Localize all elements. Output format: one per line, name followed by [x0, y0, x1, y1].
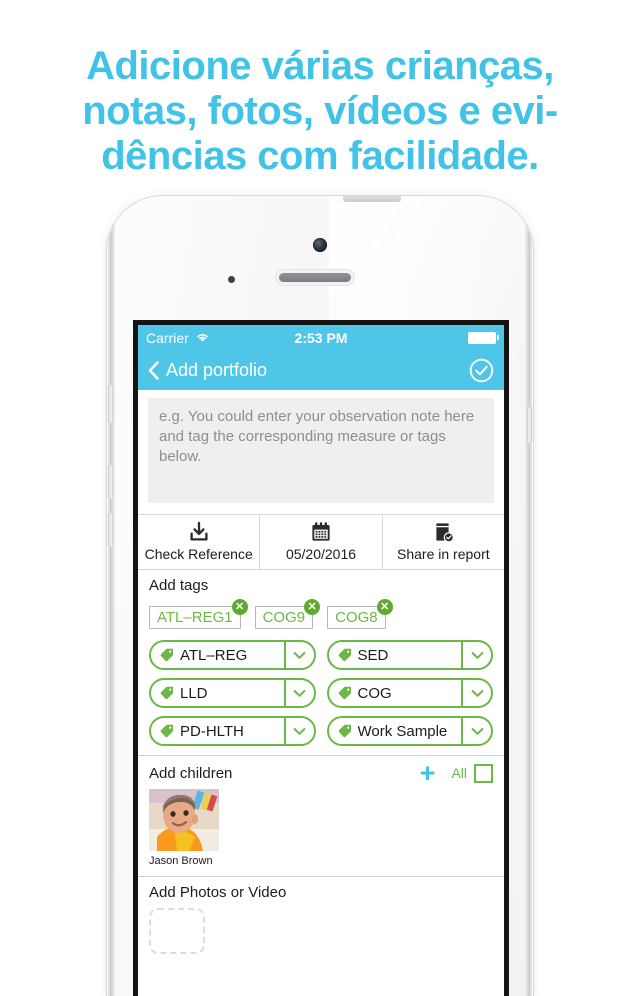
tag-dropdown-label: SED [357, 646, 389, 664]
volume-up-button[interactable] [108, 464, 113, 500]
phone-left-bezel [107, 196, 115, 996]
tag-icon [329, 724, 358, 738]
volume-down-button[interactable] [108, 512, 113, 548]
status-bar-right [468, 331, 499, 344]
tag-dropdown-label: Work Sample [357, 722, 448, 740]
front-camera-icon [313, 238, 327, 252]
add-tags-header: Add tags [149, 577, 493, 594]
add-photos-title: Add Photos or Video [149, 884, 287, 901]
power-button[interactable] [343, 196, 401, 202]
date-button[interactable]: 05/20/2016 [259, 515, 381, 569]
tag-chip-label: COG8 [335, 609, 378, 626]
tag-chip[interactable]: ATL–REG1 ✕ [149, 599, 248, 629]
tag-dropdown-work-sample[interactable]: Work Sample [326, 716, 493, 746]
tag-chip[interactable]: COG9 ✕ [254, 599, 321, 629]
tag-dropdown-label: COG [357, 684, 392, 702]
status-bar: Carrier 2:53 PM [138, 325, 504, 350]
phone-screen: Carrier 2:53 PM Add portfolio e.g. You c… [138, 325, 504, 996]
selected-tag-chips: ATL–REG1 ✕ COG9 ✕ COG8 ✕ [149, 599, 493, 629]
tag-chip-label: ATL–REG1 [157, 609, 233, 626]
nav-title: Add portfolio [166, 359, 268, 380]
headline-line-1: Adicione várias crianças, [86, 44, 554, 88]
earpiece-speaker [279, 273, 351, 282]
chevron-down-icon[interactable] [461, 718, 491, 744]
observation-note-input[interactable] [148, 398, 494, 503]
add-photos-section: Add Photos or Video [138, 876, 504, 963]
back-button[interactable]: Add portfolio [148, 360, 267, 381]
battery-full-icon [468, 331, 499, 344]
tag-icon [329, 648, 358, 662]
tag-chip[interactable]: COG8 ✕ [327, 599, 393, 629]
add-tags-section: Add tags ATL–REG1 ✕ COG9 ✕ COG8 ✕ ATL–RE… [138, 570, 504, 755]
download-tray-icon [190, 521, 208, 541]
tag-icon [151, 686, 180, 700]
tag-dropdown-pd-hlth[interactable]: PD-HLTH [149, 716, 316, 746]
share-in-report-label: Share in report [397, 546, 490, 562]
headline-line-2: notas, fotos, vídeos e evi- [82, 89, 558, 133]
book-check-icon [436, 523, 455, 543]
chevron-down-icon[interactable] [283, 642, 314, 668]
tag-icon [329, 686, 358, 700]
carrier-group: Carrier [146, 330, 210, 346]
tag-dropdown-atl-reg[interactable]: ATL–REG [149, 640, 316, 670]
sim-tray [527, 406, 532, 444]
add-children-header: Add children + All [149, 760, 493, 787]
done-button[interactable] [469, 358, 494, 383]
tag-icon [151, 648, 180, 662]
page-headline: Adicione várias crianças, notas, fotos, … [0, 44, 640, 179]
calendar-icon [312, 522, 330, 541]
add-photos-header: Add Photos or Video [149, 884, 493, 901]
chevron-down-icon[interactable] [461, 680, 491, 706]
proximity-sensor-icon [228, 276, 235, 283]
tag-dropdown-lld[interactable]: LLD [149, 678, 316, 708]
tag-icon [151, 724, 180, 738]
note-container [138, 390, 504, 514]
select-all-label: All [451, 765, 467, 781]
close-circle-icon[interactable]: ✕ [304, 599, 321, 615]
plus-icon[interactable]: + [420, 760, 436, 787]
tag-dropdown-label: PD-HLTH [180, 722, 244, 740]
phone-mockup: Carrier 2:53 PM Add portfolio e.g. You c… [107, 196, 533, 996]
action-toolbar: Check Reference 05/20/2016 Share in repo… [138, 514, 504, 570]
check-reference-button[interactable]: Check Reference [138, 515, 259, 569]
select-all-checkbox[interactable] [474, 763, 493, 783]
add-children-title: Add children [149, 764, 233, 782]
tag-chip-label: COG9 [262, 609, 306, 626]
chevron-down-icon[interactable] [283, 680, 314, 706]
check-circle-icon [469, 358, 494, 382]
chevron-down-icon[interactable] [283, 718, 314, 744]
carrier-label: Carrier [146, 329, 189, 346]
tag-dropdown-grid: ATL–REG SED LLD COG PD-HLTH Work Sample [149, 629, 493, 746]
date-label: 05/20/2016 [285, 546, 357, 562]
child-list-item[interactable]: Jason Brown [149, 789, 219, 867]
child-name: Jason Brown [149, 855, 213, 867]
tag-dropdown-cog[interactable]: COG [326, 678, 493, 708]
tag-dropdown-label: LLD [180, 684, 208, 702]
phone-right-bezel [525, 196, 533, 996]
mute-switch[interactable] [108, 384, 113, 424]
close-circle-icon[interactable]: ✕ [376, 599, 393, 615]
tag-dropdown-label: ATL–REG [180, 646, 248, 664]
add-photo-placeholder[interactable] [149, 908, 205, 954]
navigation-bar: Add portfolio [138, 350, 504, 390]
close-circle-icon[interactable]: ✕ [231, 599, 248, 615]
headline-line-3: dências com facilidade. [101, 134, 539, 178]
add-children-section: Add children + All Jason Brown [138, 755, 504, 876]
chevron-left-icon [148, 360, 159, 380]
check-reference-label: Check Reference [144, 546, 253, 562]
wifi-icon [196, 334, 208, 342]
add-tags-title: Add tags [149, 577, 209, 594]
share-in-report-button[interactable]: Share in report [381, 515, 504, 569]
tag-dropdown-sed[interactable]: SED [326, 640, 493, 670]
chevron-down-icon[interactable] [461, 642, 491, 668]
child-avatar [149, 789, 219, 851]
